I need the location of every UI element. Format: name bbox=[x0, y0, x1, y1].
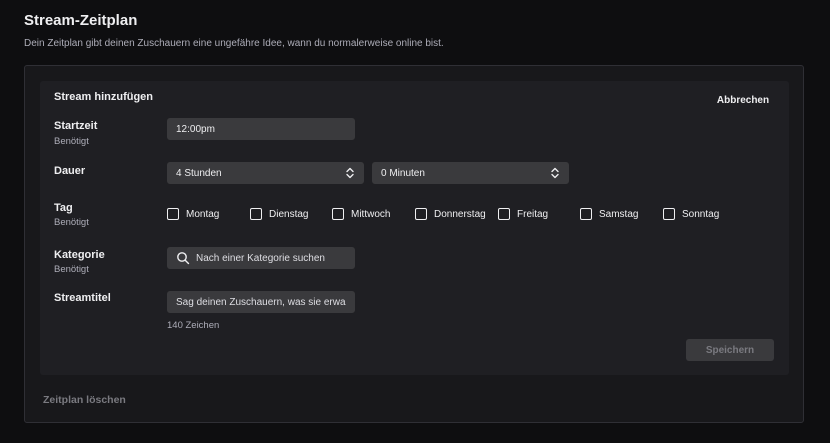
stream-title-input[interactable] bbox=[176, 296, 346, 308]
day-checkbox-dienstag[interactable]: Dienstag bbox=[250, 207, 308, 221]
start-time-required: Benötigt bbox=[54, 136, 89, 147]
search-icon bbox=[176, 251, 190, 265]
day-option-label: Dienstag bbox=[269, 208, 309, 220]
duration-hours-select[interactable]: 4 Stunden bbox=[167, 162, 364, 184]
category-required: Benötigt bbox=[54, 264, 89, 275]
duration-minutes-select[interactable]: 0 Minuten bbox=[372, 162, 569, 184]
page-title: Stream-Zeitplan bbox=[24, 12, 138, 29]
character-count: 140 Zeichen bbox=[167, 320, 220, 331]
start-time-input[interactable] bbox=[176, 123, 346, 135]
start-time-field[interactable] bbox=[167, 118, 355, 140]
day-option-label: Samstag bbox=[599, 208, 639, 220]
day-label: Tag bbox=[54, 202, 73, 214]
category-search-field[interactable] bbox=[167, 247, 355, 269]
duration-label: Dauer bbox=[54, 165, 86, 177]
save-button[interactable]: Speichern bbox=[686, 339, 774, 361]
cancel-button[interactable]: Abbrechen bbox=[712, 92, 774, 108]
day-option-label: Mittwoch bbox=[351, 208, 391, 220]
day-checkbox-samstag[interactable]: Samstag bbox=[580, 207, 638, 221]
chevron-up-down-icon bbox=[345, 167, 355, 179]
duration-hours-value: 4 Stunden bbox=[176, 167, 222, 179]
checkbox-icon[interactable] bbox=[498, 208, 510, 220]
day-required: Benötigt bbox=[54, 217, 89, 228]
category-search-input[interactable] bbox=[196, 252, 346, 264]
day-option-label: Donnerstag bbox=[434, 208, 486, 220]
category-label: Kategorie bbox=[54, 249, 105, 261]
day-option-label: Sonntag bbox=[682, 208, 720, 220]
checkbox-icon[interactable] bbox=[332, 208, 344, 220]
stream-title-field[interactable] bbox=[167, 291, 355, 313]
day-checkbox-freitag[interactable]: Freitag bbox=[498, 207, 548, 221]
day-checkbox-montag[interactable]: Montag bbox=[167, 207, 219, 221]
checkbox-icon[interactable] bbox=[415, 208, 427, 220]
stream-title-label: Streamtitel bbox=[54, 292, 111, 304]
add-stream-panel bbox=[40, 81, 789, 375]
checkbox-icon[interactable] bbox=[167, 208, 179, 220]
day-checkbox-mittwoch[interactable]: Mittwoch bbox=[332, 207, 390, 221]
page-subtitle: Dein Zeitplan gibt deinen Zuschauern ein… bbox=[24, 38, 444, 49]
day-option-label: Freitag bbox=[517, 208, 549, 220]
checkbox-icon[interactable] bbox=[663, 208, 675, 220]
add-stream-title: Stream hinzufügen bbox=[54, 91, 154, 103]
chevron-up-down-icon bbox=[550, 167, 560, 179]
day-checkbox-sonntag[interactable]: Sonntag bbox=[663, 207, 719, 221]
duration-minutes-value: 0 Minuten bbox=[381, 167, 425, 179]
checkbox-icon[interactable] bbox=[250, 208, 262, 220]
start-time-label: Startzeit bbox=[54, 120, 98, 132]
delete-schedule-button[interactable]: Zeitplan löschen bbox=[43, 394, 126, 406]
checkbox-icon[interactable] bbox=[580, 208, 592, 220]
day-option-label: Montag bbox=[186, 208, 220, 220]
day-checkbox-donnerstag[interactable]: Donnerstag bbox=[415, 207, 486, 221]
